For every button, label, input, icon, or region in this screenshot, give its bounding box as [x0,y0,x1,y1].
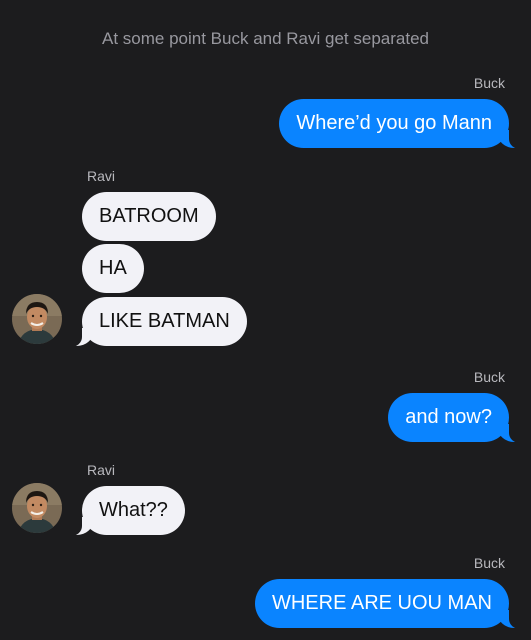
message-incoming[interactable]: What?? [67,486,185,536]
message-text: What?? [99,499,168,521]
sender-label-buck: Buck [473,555,505,571]
message-outgoing[interactable]: Where’d you go Mann [279,99,524,149]
ravi-avatar[interactable] [12,294,62,344]
message-incoming[interactable]: BATROOM [82,192,216,241]
narration-caption: At some point Buck and Ravi get separate… [102,29,429,48]
message-incoming[interactable]: HA [82,244,144,293]
message-text: WHERE ARE UOU MAN [271,592,492,614]
avatar-photo-icon [12,483,62,533]
sender-label-ravi: Ravi [87,168,116,184]
message-outgoing[interactable]: and now? [388,393,524,443]
message-outgoing[interactable]: WHERE ARE UOU MAN [254,579,525,629]
sender-label-buck: Buck [473,75,505,91]
message-text: and now? [405,406,492,428]
message-text: HA [99,257,127,279]
avatar-photo-icon [12,294,62,344]
sender-label-ravi: Ravi [87,462,116,478]
message-incoming[interactable]: LIKE BATMAN [67,297,247,347]
message-text: LIKE BATMAN [99,310,230,332]
ravi-avatar[interactable] [12,483,62,533]
sender-label-buck: Buck [473,369,505,385]
message-text: Where’d you go Mann [296,112,492,134]
message-text: BATROOM [99,205,199,227]
